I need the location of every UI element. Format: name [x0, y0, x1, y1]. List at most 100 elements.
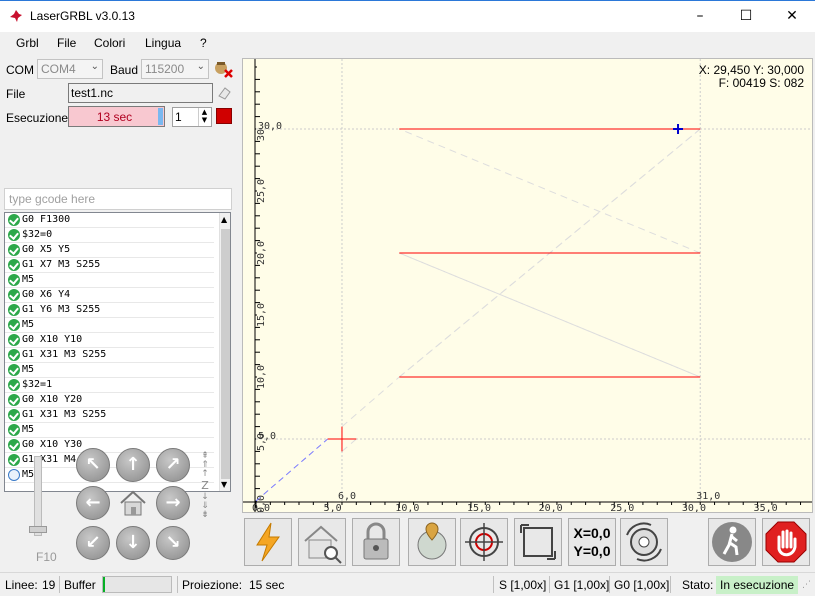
- eraser-icon[interactable]: [216, 85, 232, 101]
- home-icon: [116, 486, 150, 520]
- gcode-line[interactable]: G0 X6 Y4: [5, 288, 214, 303]
- jog-up-left-button[interactable]: ↖: [76, 448, 110, 482]
- divider: [177, 576, 178, 593]
- gcode-line[interactable]: G1 X31 M3 S255: [5, 408, 214, 423]
- jog-right-button[interactable]: →: [156, 486, 190, 520]
- jog-up-button[interactable]: ↑: [116, 448, 150, 482]
- gcode-line[interactable]: G1 Y6 M3 S255: [5, 303, 214, 318]
- stop-square-button[interactable]: [216, 108, 232, 124]
- menu-lingua[interactable]: Lingua: [145, 36, 181, 50]
- g1-override[interactable]: G1 [1,00x]: [554, 578, 609, 592]
- speed-slider-thumb[interactable]: [29, 526, 47, 533]
- reset-button[interactable]: [620, 518, 668, 566]
- divider: [609, 576, 610, 593]
- menu-colori[interactable]: Colori: [94, 36, 125, 50]
- preview-drawing: 0,05,010,015,020,025,030,035,00,05,010,0…: [243, 59, 812, 512]
- gcode-list[interactable]: M5G1 X31 M4 S255G0 X10 Y30M5G1 X31 M3 S2…: [4, 212, 231, 492]
- spinner-arrows-icon[interactable]: ▲▼: [198, 108, 210, 126]
- speed-slider-track[interactable]: [34, 456, 42, 536]
- zero-position-button[interactable]: X=0,0 Y=0,0: [568, 518, 616, 566]
- divider: [493, 576, 494, 593]
- preview-canvas[interactable]: 0,05,010,015,020,025,030,035,00,05,010,0…: [242, 58, 813, 513]
- gcode-line-text: G1 X31 M3 S255: [22, 349, 106, 360]
- gcode-line[interactable]: G0 X5 Y5: [5, 243, 214, 258]
- gcode-line-text: M5: [22, 364, 34, 375]
- file-field[interactable]: test1.nc: [68, 83, 213, 103]
- jog-down-left-button[interactable]: ↙: [76, 526, 110, 560]
- center-globe-button[interactable]: [408, 518, 456, 566]
- menu-file[interactable]: File: [57, 36, 76, 50]
- zero-y-label: Y=0,0: [569, 542, 615, 560]
- gcode-line-text: G0 F1300: [22, 214, 70, 225]
- g0-override[interactable]: G0 [1,00x]: [614, 578, 669, 592]
- y-mark-label: 30,0: [258, 121, 282, 132]
- menu-grbl[interactable]: Grbl: [16, 36, 39, 50]
- home-button[interactable]: [116, 486, 150, 520]
- gcode-line[interactable]: G0 F1300: [5, 213, 214, 228]
- menu-help[interactable]: ?: [200, 36, 207, 50]
- emergency-stop-button[interactable]: [762, 518, 810, 566]
- connect-button[interactable]: [244, 518, 292, 566]
- copies-spinner[interactable]: 1 ▲▼: [172, 107, 212, 127]
- status-bar: Linee: 19 Buffer Proiezione: 15 sec S [1…: [0, 572, 815, 596]
- x-tick-label: 20,0: [539, 503, 563, 512]
- check-icon: [8, 394, 20, 406]
- scroll-down-icon[interactable]: ▼: [221, 480, 227, 489]
- jog-down-button[interactable]: ↓: [116, 526, 150, 560]
- s-override[interactable]: S [1,00x]: [499, 578, 546, 592]
- z-down-fast-icon[interactable]: ⇟: [199, 511, 211, 520]
- gcode-line[interactable]: M5: [5, 318, 214, 333]
- gcode-line-text: M5: [22, 424, 34, 435]
- close-button[interactable]: ✕: [769, 1, 815, 32]
- gcode-line[interactable]: M5: [5, 273, 214, 288]
- projection-value: 15 sec: [249, 578, 284, 592]
- speed-label: F10: [36, 550, 57, 564]
- scroll-thumb[interactable]: [221, 229, 231, 479]
- scroll-up-icon[interactable]: ▲: [221, 215, 227, 224]
- baud-value: 115200: [145, 62, 184, 76]
- gcode-line[interactable]: M5: [5, 363, 214, 378]
- home-machine-button[interactable]: [298, 518, 346, 566]
- gcode-line-text: G1 X7 M3 S255: [22, 259, 100, 270]
- list-scrollbar[interactable]: ▲ ▼: [219, 213, 231, 491]
- com-value: COM4: [41, 62, 76, 76]
- pause-walk-button[interactable]: [708, 518, 756, 566]
- z-up-icon[interactable]: ↑: [199, 470, 211, 479]
- globe-pin-icon: [409, 519, 455, 565]
- gcode-line-text: $32=0: [22, 229, 52, 240]
- gcode-line-text: M5: [22, 319, 34, 330]
- copies-value: 1: [175, 110, 182, 124]
- minimize-button[interactable]: –: [677, 1, 723, 32]
- lightning-icon: [245, 519, 291, 565]
- gcode-line[interactable]: $32=1: [5, 378, 214, 393]
- focus-target-button[interactable]: [460, 518, 508, 566]
- gcode-line[interactable]: G0 X10 Y10: [5, 333, 214, 348]
- projection-label: Proiezione:: [182, 578, 242, 592]
- gcode-line-text: $32=1: [22, 379, 52, 390]
- maximize-button[interactable]: ☐: [723, 1, 769, 32]
- gcode-line[interactable]: M5: [5, 423, 214, 438]
- unlock-button[interactable]: [352, 518, 400, 566]
- x-mark-label: 6,0: [338, 491, 356, 502]
- y-tick-label: 10,0: [256, 365, 267, 389]
- state-badge: In esecuzione: [716, 576, 798, 594]
- z-jog-controls[interactable]: ⇞ ⇑ ↑ Z ↓ ⇓ ⇟: [199, 452, 211, 520]
- gcode-line[interactable]: $32=0: [5, 228, 214, 243]
- check-icon: [8, 409, 20, 421]
- jog-down-right-button[interactable]: ↘: [156, 526, 190, 560]
- target-icon: [461, 519, 507, 565]
- disconnect-icon[interactable]: [212, 59, 234, 79]
- gcode-input[interactable]: type gcode here: [4, 188, 232, 210]
- home-search-icon: [299, 519, 345, 565]
- com-select[interactable]: COM4 ⌄: [37, 59, 103, 79]
- gcode-line[interactable]: G0 X10 Y20: [5, 393, 214, 408]
- baud-select[interactable]: 115200 ⌄: [141, 59, 209, 79]
- execution-label: Esecuzione: [6, 111, 68, 125]
- jog-left-button[interactable]: ←: [76, 486, 110, 520]
- gcode-line[interactable]: G1 X31 M3 S255: [5, 348, 214, 363]
- window-title: LaserGRBL v3.0.13: [30, 9, 135, 23]
- jog-up-right-button[interactable]: ↗: [156, 448, 190, 482]
- gcode-line-text: G1 Y6 M3 S255: [22, 304, 100, 315]
- gcode-line[interactable]: G1 X7 M3 S255: [5, 258, 214, 273]
- frame-button[interactable]: [514, 518, 562, 566]
